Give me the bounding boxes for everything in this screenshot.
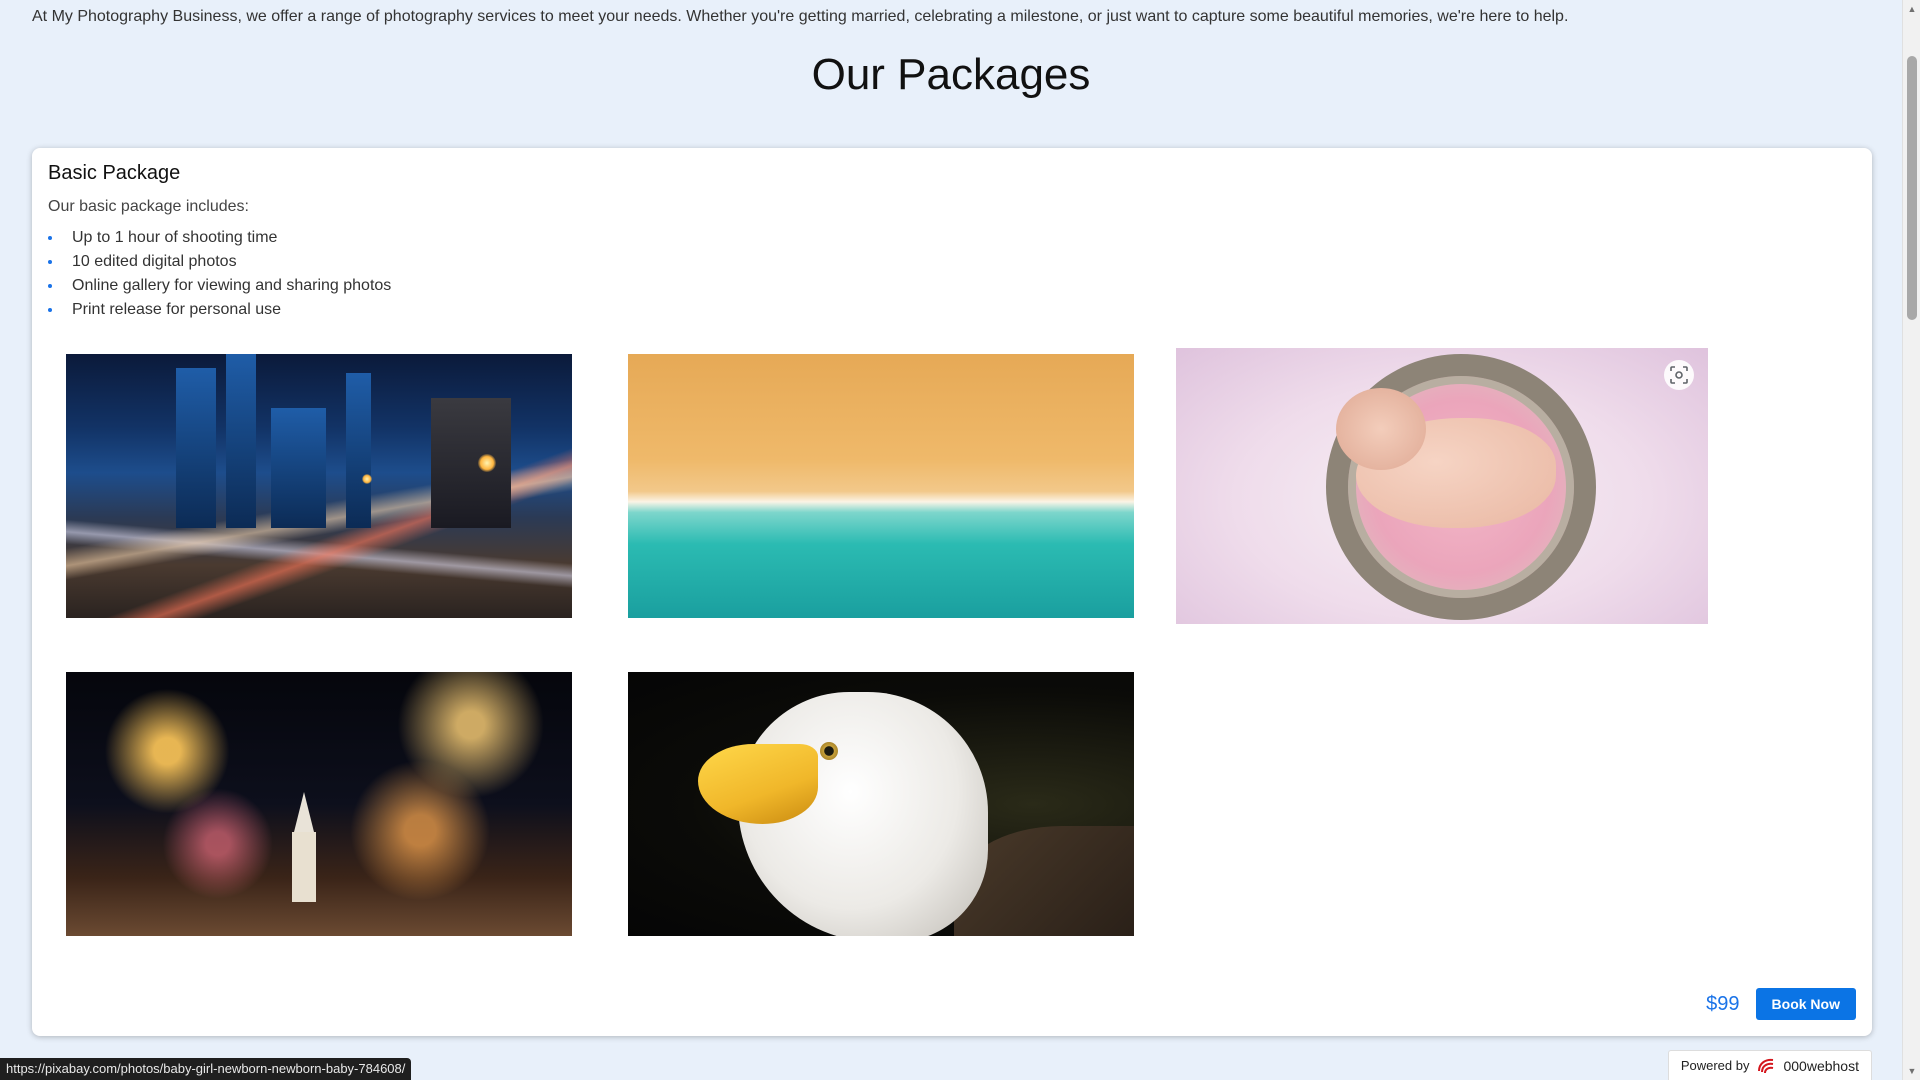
visual-search-icon[interactable] <box>1664 360 1694 390</box>
brand-name: 000webhost <box>1783 1057 1859 1074</box>
packages-title: Our Packages <box>811 50 1091 99</box>
building-shape <box>226 354 256 528</box>
feature-text: 10 edited digital photos <box>72 253 237 270</box>
street-lamp-shape <box>362 474 372 484</box>
book-now-button[interactable]: Book Now <box>1755 988 1856 1020</box>
bullet-icon <box>48 260 52 264</box>
feature-item: 10 edited digital photos <box>48 250 391 274</box>
package-intro: Our basic package includes: <box>48 198 249 215</box>
gallery-photo-bald-eagle[interactable] <box>628 672 1134 936</box>
link-preview-status: https://pixabay.com/photos/baby-girl-new… <box>0 1058 412 1080</box>
feature-text: Online gallery for viewing and sharing p… <box>72 277 392 294</box>
package-title: Basic Package <box>48 162 181 184</box>
intro-text: At My Photography Business, we offer a r… <box>32 8 1569 25</box>
package-footer: $99 Book Now <box>1706 988 1856 1020</box>
church-spire-shape <box>294 792 314 832</box>
feature-text: Up to 1 hour of shooting time <box>72 229 278 246</box>
eagle-eye-shape <box>820 742 838 760</box>
feature-item: Up to 1 hour of shooting time <box>48 226 391 250</box>
scroll-down-icon[interactable]: ▼ <box>1903 1062 1920 1080</box>
scroll-thumb[interactable] <box>1907 56 1917 320</box>
church-tower-shape <box>292 832 316 902</box>
eagle-beak-shape <box>698 744 818 824</box>
000webhost-logo-icon <box>1757 1057 1775 1075</box>
feature-text: Print release for personal use <box>72 301 281 318</box>
page: At My Photography Business, we offer a r… <box>0 0 1902 1080</box>
building-shape <box>271 408 326 528</box>
baby-head-shape <box>1336 388 1426 470</box>
building-shape <box>431 398 511 528</box>
scroll-up-icon[interactable]: ▲ <box>1903 0 1920 18</box>
building-shape <box>176 368 216 528</box>
building-shape <box>346 373 371 528</box>
gallery-photo-city-light-trails[interactable] <box>66 354 572 618</box>
package-card: Basic Package Our basic package includes… <box>32 148 1872 1036</box>
bullet-icon <box>48 308 52 312</box>
feature-item: Online gallery for viewing and sharing p… <box>48 274 391 298</box>
feature-list: Up to 1 hour of shooting time 10 edited … <box>48 226 391 322</box>
package-price: $99 <box>1706 992 1740 1015</box>
gallery-photo-christmas-street[interactable] <box>66 672 572 936</box>
powered-by-label: Powered by <box>1680 1058 1750 1073</box>
bullet-icon <box>48 236 52 240</box>
gallery-photo-beach-aerial[interactable] <box>628 354 1134 618</box>
vertical-scrollbar[interactable]: ▲ ▼ <box>1902 0 1920 1080</box>
gallery-photo-newborn-baby[interactable] <box>1176 348 1708 624</box>
street-lamp-shape <box>478 454 496 472</box>
bullet-icon <box>48 284 52 288</box>
feature-item: Print release for personal use <box>48 298 391 322</box>
powered-by-badge[interactable]: Powered by 000webhost <box>1667 1050 1872 1080</box>
